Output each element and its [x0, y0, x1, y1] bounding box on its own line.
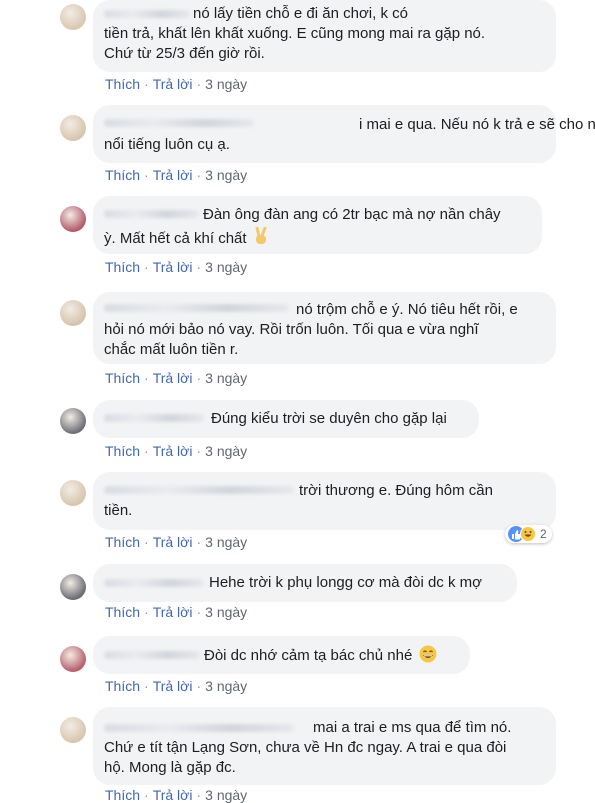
- comment-text-line: nổi tiếng luôn cụ ạ.: [104, 136, 230, 153]
- comment-actions: Thích · Trả lời · 3 ngày: [105, 167, 248, 183]
- comment-actions: Thích · Trả lời · 3 ngày: [105, 443, 248, 459]
- comment-text-line: Đàn ông đàn ang có 2tr bạc mà nợ nần châ…: [203, 206, 501, 223]
- author-name[interactable]: [104, 724, 294, 732]
- comment-actions: Thích · Trả lời · 3 ngày: [105, 259, 248, 275]
- reply-link[interactable]: Trả lời: [153, 443, 193, 459]
- reply-link[interactable]: Trả lời: [153, 604, 193, 620]
- reaction-summary[interactable]: 2: [505, 525, 552, 543]
- author-name[interactable]: [104, 119, 254, 127]
- comment-bubble: nó lấy tiền chỗ e đi ăn chơi, k có tiền …: [93, 0, 556, 72]
- comment-bubble: Hehe trời k phụ longg cơ mà đòi dc k mợ: [93, 564, 517, 602]
- comment-text-line: hỏi nó mới bảo nó vay. Rồi trốn luôn. Tố…: [104, 321, 479, 338]
- comment-text-line: Đòi dc nhớ cảm tạ bác chủ nhé: [204, 647, 413, 664]
- reply-link[interactable]: Trả lời: [153, 259, 193, 275]
- comment-text-line: ỳ. Mất hết cả khí chất: [104, 230, 247, 247]
- like-link[interactable]: Thích: [105, 76, 140, 92]
- author-name[interactable]: [104, 651, 200, 659]
- comment-text-line: hộ. Mong là gặp đc.: [104, 759, 236, 776]
- avatar[interactable]: [60, 408, 86, 434]
- comment-text-line: chắc mất luôn tiền r.: [104, 341, 239, 358]
- comment-actions: Thích · Trả lời · 3 ngày: [105, 76, 248, 92]
- comment-actions: Thích · Trả lời · 3 ngày: [105, 534, 248, 550]
- comment-text-line: nó lấy tiền chỗ e đi ăn chơi, k có: [193, 4, 408, 24]
- author-name[interactable]: [104, 579, 204, 587]
- avatar[interactable]: [60, 206, 86, 232]
- timestamp[interactable]: 3 ngày: [205, 167, 247, 183]
- like-link[interactable]: Thích: [105, 787, 140, 803]
- victory-hand-icon: [253, 226, 269, 251]
- comment-bubble: Đúng kiểu trời se duyên cho gặp lại: [93, 400, 479, 438]
- haha-reaction-icon: [520, 526, 536, 542]
- comment-bubble: trời thương e. Đúng hôm cần tiền.: [93, 472, 556, 530]
- comment-text-line: Đúng kiểu trời se duyên cho gặp lại: [211, 410, 447, 427]
- author-name[interactable]: [104, 10, 190, 18]
- author-name[interactable]: [104, 414, 204, 422]
- timestamp[interactable]: 3 ngày: [205, 678, 247, 694]
- avatar[interactable]: [60, 717, 86, 743]
- comment-actions: Thích · Trả lời · 3 ngày: [105, 678, 248, 694]
- like-link[interactable]: Thích: [105, 443, 140, 459]
- comment-bubble: Đòi dc nhớ cảm tạ bác chủ nhé: [93, 636, 470, 674]
- comment-text-line: mai a trai e ms qua để tìm nó.: [313, 719, 512, 736]
- comment-text-line: i mai e qua. Nếu nó k trả e sẽ cho nó: [359, 116, 595, 133]
- comment-text-line: trời thương e. Đúng hôm cần: [299, 482, 493, 499]
- timestamp[interactable]: 3 ngày: [205, 370, 247, 386]
- timestamp[interactable]: 3 ngày: [205, 76, 247, 92]
- comment-text-line: Hehe trời k phụ longg cơ mà đòi dc k mợ: [209, 574, 482, 591]
- comment-actions: Thích · Trả lời · 3 ngày: [105, 787, 248, 803]
- timestamp[interactable]: 3 ngày: [205, 604, 247, 620]
- reply-link[interactable]: Trả lời: [153, 167, 193, 183]
- avatar[interactable]: [60, 574, 86, 600]
- reply-link[interactable]: Trả lời: [153, 534, 193, 550]
- comment-text-line: tiền.: [104, 502, 133, 519]
- timestamp[interactable]: 3 ngày: [205, 534, 247, 550]
- comment-actions: Thích · Trả lời · 3 ngày: [105, 370, 248, 386]
- timestamp[interactable]: 3 ngày: [205, 259, 247, 275]
- comment-text-line: Chứ từ 25/3 đến giờ rồi.: [104, 45, 265, 62]
- comment-actions: Thích · Trả lời · 3 ngày: [105, 604, 248, 620]
- grinning-face-icon: [419, 645, 437, 669]
- avatar[interactable]: [60, 115, 86, 141]
- reply-link[interactable]: Trả lời: [153, 370, 193, 386]
- reply-link[interactable]: Trả lời: [153, 76, 193, 92]
- like-link[interactable]: Thích: [105, 167, 140, 183]
- like-link[interactable]: Thích: [105, 534, 140, 550]
- avatar[interactable]: [60, 646, 86, 672]
- timestamp[interactable]: 3 ngày: [205, 443, 247, 459]
- avatar[interactable]: [60, 300, 86, 326]
- author-name[interactable]: [104, 210, 199, 218]
- author-name[interactable]: [104, 486, 294, 494]
- comment-bubble: nó trộm chỗ e ý. Nó tiêu hết rồi, e hỏi …: [93, 292, 556, 364]
- timestamp[interactable]: 3 ngày: [205, 787, 247, 803]
- like-link[interactable]: Thích: [105, 259, 140, 275]
- comment-bubble: i mai e qua. Nếu nó k trả e sẽ cho nó nổ…: [93, 105, 595, 163]
- like-link[interactable]: Thích: [105, 678, 140, 694]
- comment-text-line: nó lấy tiền chỗ e đi ăn chơi, k có: [193, 5, 408, 22]
- like-link[interactable]: Thích: [105, 370, 140, 386]
- comment-text-line: Chứ e tít tận Lạng Sơn, chưa về Hn đc ng…: [104, 739, 507, 756]
- avatar[interactable]: [60, 4, 86, 30]
- comment-text-line: nó trộm chỗ e ý. Nó tiêu hết rồi, e: [296, 301, 518, 318]
- reaction-count: 2: [540, 527, 547, 541]
- author-name[interactable]: [104, 304, 289, 312]
- avatar[interactable]: [60, 480, 86, 506]
- like-link[interactable]: Thích: [105, 604, 140, 620]
- reply-link[interactable]: Trả lời: [153, 787, 193, 803]
- comment-bubble: mai a trai e ms qua để tìm nó. Chứ e tít…: [93, 707, 556, 785]
- comment-bubble: Đàn ông đàn ang có 2tr bạc mà nợ nần châ…: [93, 196, 542, 254]
- comment-text-line: tiền trả, khất lên khất xuống. E cũng mo…: [104, 25, 486, 42]
- reply-link[interactable]: Trả lời: [153, 678, 193, 694]
